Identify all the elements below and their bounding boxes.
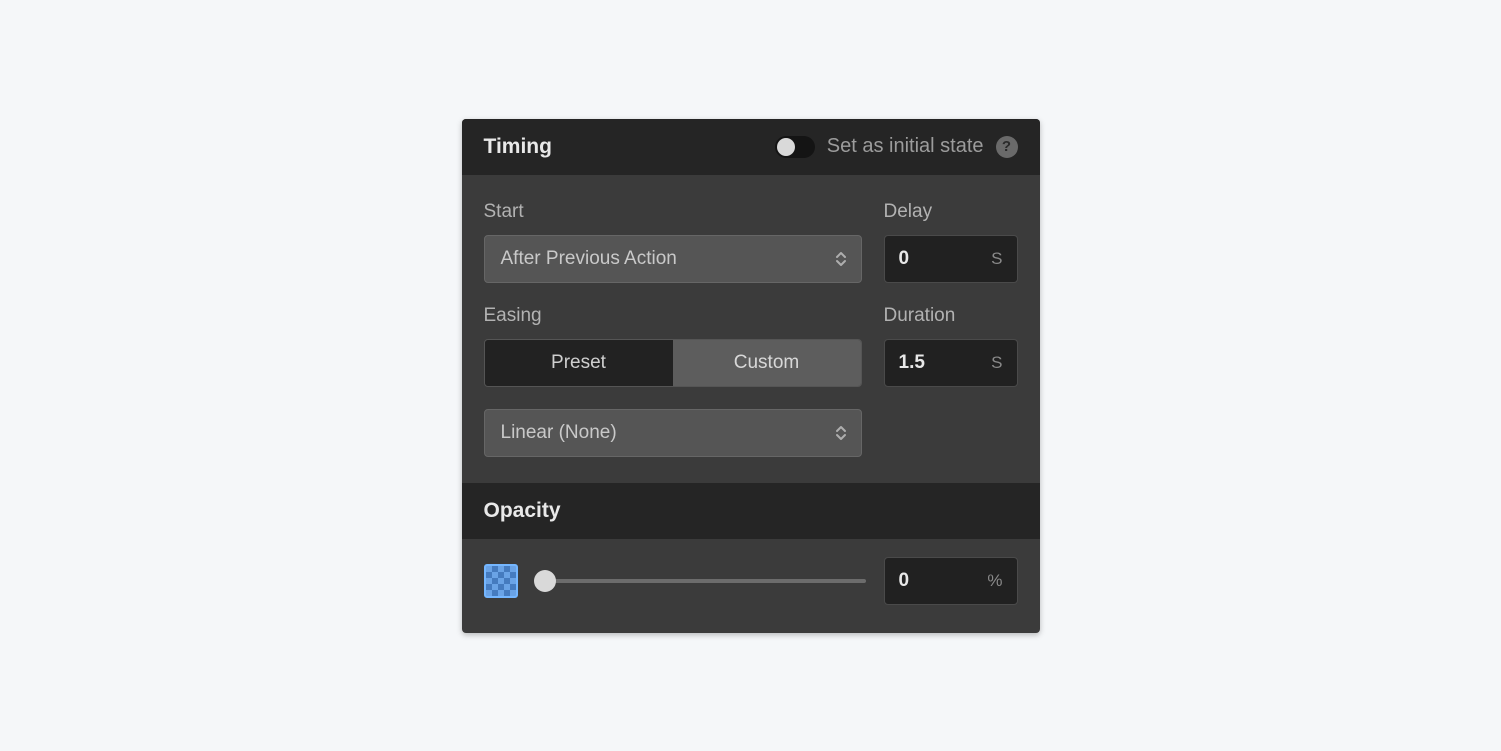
easing-curve-value: Linear (None) [501, 422, 617, 444]
duration-input[interactable]: 1.5 S [884, 339, 1018, 387]
start-field: Start After Previous Action [484, 201, 862, 283]
slider-track [536, 579, 866, 583]
duration-unit: S [991, 353, 1002, 373]
timing-section-header: Timing Set as initial state ? [462, 119, 1040, 175]
initial-state-label: Set as initial state [827, 135, 984, 158]
easing-preset-button[interactable]: Preset [485, 340, 673, 386]
animation-settings-panel: Timing Set as initial state ? Start Afte… [462, 119, 1040, 633]
delay-field: Delay 0 S [884, 201, 1018, 283]
initial-state-group: Set as initial state ? [775, 135, 1018, 158]
toggle-knob [777, 138, 795, 156]
start-select[interactable]: After Previous Action [484, 235, 862, 283]
delay-value: 0 [899, 248, 910, 270]
timing-section-body: Start After Previous Action Delay 0 S Ea… [462, 175, 1040, 483]
easing-label: Easing [484, 305, 862, 327]
duration-label: Duration [884, 305, 1018, 327]
start-select-value: After Previous Action [501, 248, 677, 270]
slider-thumb[interactable] [534, 570, 556, 592]
opacity-section-header: Opacity [462, 483, 1040, 539]
help-icon[interactable]: ? [996, 136, 1018, 158]
chevron-updown-icon [835, 250, 847, 268]
easing-curve-select[interactable]: Linear (None) [484, 409, 862, 457]
easing-field: Easing Preset Custom [484, 305, 862, 387]
delay-input[interactable]: 0 S [884, 235, 1018, 283]
opacity-slider[interactable] [536, 569, 866, 593]
delay-label: Delay [884, 201, 1018, 223]
opacity-value: 0 [899, 570, 910, 592]
delay-unit: S [991, 249, 1002, 269]
initial-state-toggle[interactable] [775, 136, 815, 158]
easing-curve-field: Linear (None) [484, 409, 862, 457]
opacity-input[interactable]: 0 % [884, 557, 1018, 605]
opacity-title: Opacity [484, 499, 561, 523]
opacity-section-body: 0 % [462, 539, 1040, 633]
easing-segmented: Preset Custom [484, 339, 862, 387]
duration-field: Duration 1.5 S [884, 305, 1018, 387]
opacity-unit: % [987, 571, 1002, 591]
duration-value: 1.5 [899, 352, 925, 374]
opacity-checker-icon [484, 564, 518, 598]
timing-title: Timing [484, 135, 552, 159]
start-label: Start [484, 201, 862, 223]
easing-custom-button[interactable]: Custom [673, 340, 861, 386]
chevron-updown-icon [835, 424, 847, 442]
